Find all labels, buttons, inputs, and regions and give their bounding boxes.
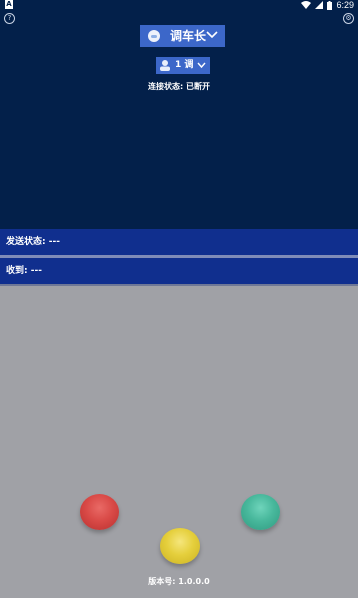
clock: 6:29 — [336, 0, 354, 10]
connection-status-value: 已断开 — [186, 82, 210, 91]
notification-icon: A — [5, 0, 13, 9]
received-label: 收到: — [6, 266, 28, 276]
yellow-signal-button[interactable] — [160, 528, 200, 564]
settings-icon[interactable]: ⚙ — [343, 13, 354, 24]
help-icon[interactable]: ? — [4, 13, 15, 24]
channel-label: 1 调 — [175, 60, 194, 70]
divider — [0, 284, 358, 286]
send-status-value: --- — [48, 237, 60, 247]
version-value: 1.0.0.0 — [178, 577, 210, 586]
connection-status: 连接状态: 已断开 — [0, 81, 358, 92]
red-signal-button[interactable] — [80, 494, 119, 530]
chevron-down-icon — [206, 31, 218, 39]
status-bar-right: 6:29 — [301, 0, 354, 10]
wifi-icon — [301, 1, 312, 9]
vehicle-role-dropdown[interactable]: 调车长 — [140, 25, 225, 47]
signal-icon — [315, 1, 324, 9]
control-panel-header: A 6:29 ? ⚙ 调车长 1 调 连接状态: 已断开 — [0, 0, 358, 229]
send-status-bar: 发送状态: --- — [0, 229, 358, 255]
user-icon — [160, 60, 170, 71]
green-signal-button[interactable] — [241, 494, 280, 530]
version-label: 版本号: — [148, 577, 176, 586]
version-info: 版本号: 1.0.0.0 — [0, 576, 358, 587]
battery-icon — [327, 0, 333, 10]
chevron-down-icon — [197, 62, 206, 69]
received-value: --- — [30, 266, 42, 276]
vehicle-role-label: 调车长 — [170, 29, 207, 43]
send-status-label: 发送状态: — [6, 237, 46, 247]
cloud-icon — [148, 30, 160, 42]
channel-dropdown[interactable]: 1 调 — [156, 57, 210, 74]
status-bar: A 6:29 — [0, 0, 358, 12]
connection-status-label: 连接状态: — [148, 82, 184, 91]
received-bar: 收到: --- — [0, 258, 358, 284]
